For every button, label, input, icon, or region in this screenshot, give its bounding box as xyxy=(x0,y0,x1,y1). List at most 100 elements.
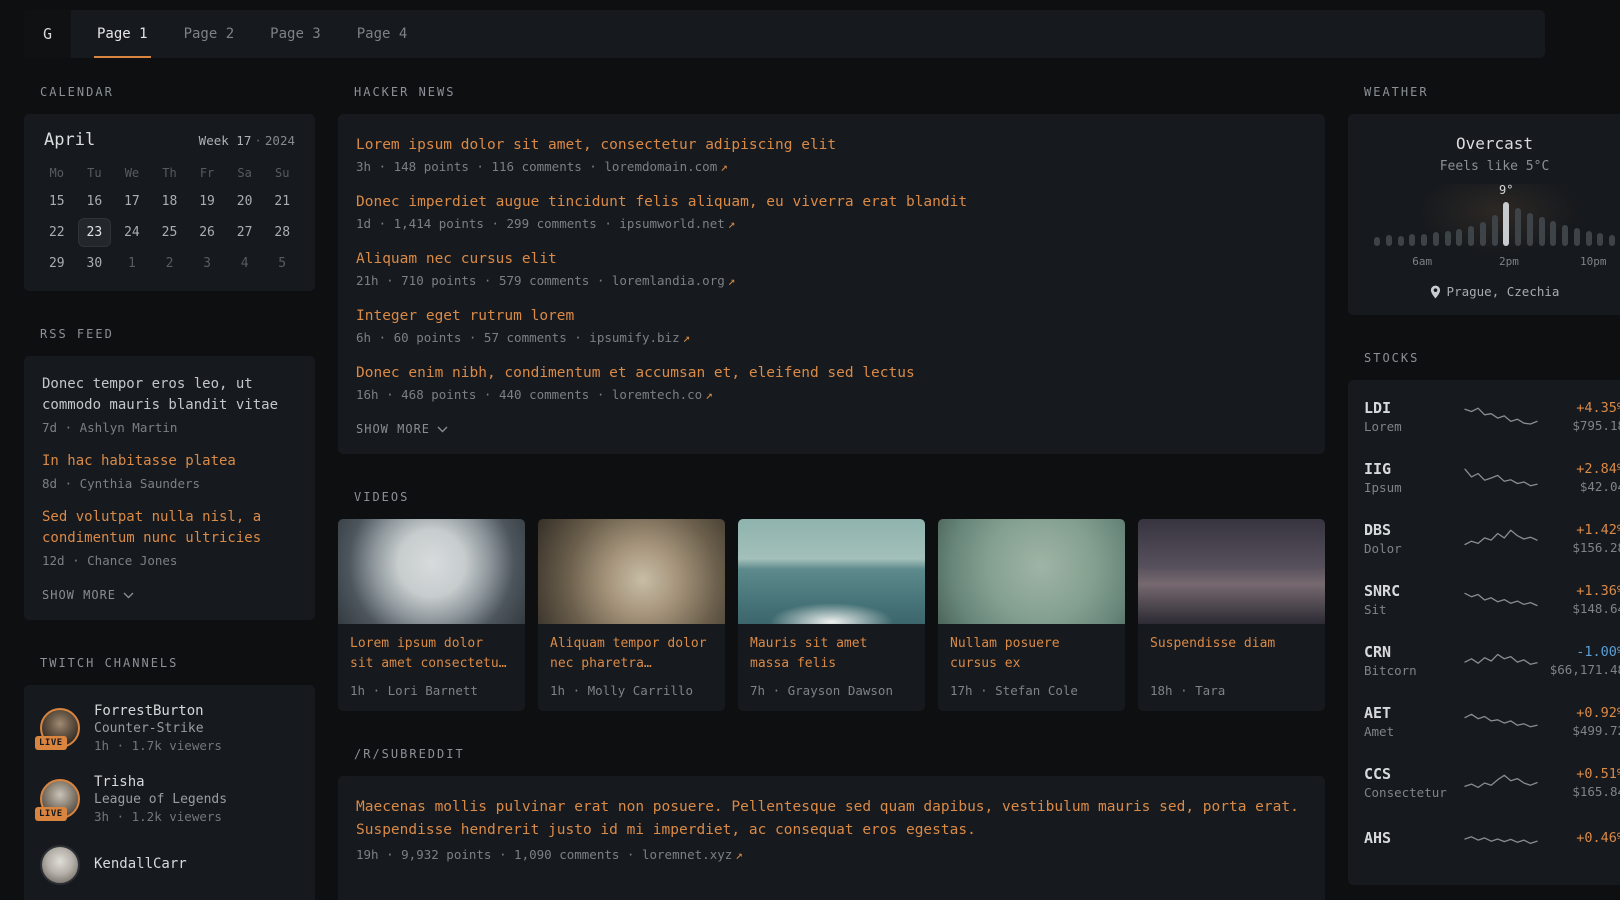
hn-item-title[interactable]: Donec enim nibh, condimentum et accumsan… xyxy=(356,362,1307,384)
section-title-twitch: TWITCH CHANNELS xyxy=(40,656,315,670)
page-tab[interactable]: Page 3 xyxy=(267,10,324,58)
hn-item-meta-text: 21h · 710 points · 579 comments · loreml… xyxy=(356,273,725,288)
app-logo[interactable]: G xyxy=(24,10,71,58)
twitch-channel[interactable]: LIVE Trisha League of Legends 3h · 1.2k … xyxy=(40,774,299,824)
stock-change: +1.42% xyxy=(1540,522,1620,538)
stock-change: -1.00% xyxy=(1540,644,1620,660)
weather-peak-temperature: 9° xyxy=(1499,183,1513,197)
external-link-icon[interactable]: ↗ xyxy=(683,330,691,345)
video-card[interactable]: Mauris sit amet massa felis 7h · Grayson… xyxy=(738,519,925,711)
stock-row[interactable]: LDI Lorem +4.35% $795.18 xyxy=(1364,386,1620,447)
stock-sparkline xyxy=(1464,770,1540,796)
rss-item-title[interactable]: Sed volutpat nulla nisl, a condimentum n… xyxy=(42,507,297,549)
hn-item-title[interactable]: Donec imperdiet augue tincidunt felis al… xyxy=(356,191,1307,213)
weather-hour-bar xyxy=(1409,234,1415,246)
calendar-day: 24 xyxy=(115,218,148,247)
calendar-month: April xyxy=(44,130,95,150)
page-tab[interactable]: Page 1 xyxy=(94,10,151,58)
video-card[interactable]: Aliquam tempor dolor nec pharetra… 1h · … xyxy=(538,519,725,711)
stocks-card: LDI Lorem +4.35% $795.18 xyxy=(1348,380,1620,885)
video-card[interactable]: Nullam posuere cursus ex 17h · Stefan Co… xyxy=(938,519,1125,711)
subreddit-post-title[interactable]: Maecenas mollis pulvinar erat non posuer… xyxy=(356,796,1307,842)
weather-hour-bar xyxy=(1492,215,1498,246)
page-tab[interactable]: Page 2 xyxy=(181,10,238,58)
calendar-day: 30 xyxy=(78,249,111,278)
rss-item-title[interactable]: In hac habitasse platea xyxy=(42,451,297,472)
stock-symbol: LDI xyxy=(1364,399,1464,417)
video-card-body: Lorem ipsum dolor sit amet consectetu… 1… xyxy=(338,624,525,711)
video-title: Aliquam tempor dolor nec pharetra… xyxy=(550,634,713,674)
stock-name: Bitcorn xyxy=(1364,663,1464,678)
weekday-label: Mo xyxy=(38,166,76,180)
channel-game: League of Legends xyxy=(94,792,227,807)
calendar-header: April Week 17·2024 xyxy=(38,130,301,150)
hn-item-title[interactable]: Integer eget rutrum lorem xyxy=(356,305,1307,327)
channel-info: Trisha League of Legends 3h · 1.2k viewe… xyxy=(94,774,227,824)
rss-item-title[interactable]: Donec tempor eros leo, ut commodo mauris… xyxy=(42,374,297,416)
section-title-calendar: CALENDAR xyxy=(40,85,315,99)
show-more-label: SHOW MORE xyxy=(356,422,430,436)
stock-name: Sit xyxy=(1364,602,1464,617)
external-link-icon[interactable]: ↗ xyxy=(705,387,713,402)
channel-avatar xyxy=(40,845,80,885)
stock-row[interactable]: AET Amet +0.92% $499.72 xyxy=(1364,691,1620,752)
weather-hour-bar xyxy=(1562,225,1568,246)
stock-row[interactable]: CCS Consectetur +0.51% $165.84 xyxy=(1364,752,1620,813)
video-thumbnail xyxy=(1138,519,1325,624)
stock-price: $156.28 xyxy=(1540,540,1620,555)
stock-symbol: AHS xyxy=(1364,829,1464,847)
stock-id: DBS Dolor xyxy=(1364,521,1464,556)
rss-item-meta: 7d · Ashlyn Martin xyxy=(42,420,297,435)
calendar-day: 19 xyxy=(191,187,224,216)
hn-item-title[interactable]: Aliquam nec cursus elit xyxy=(356,248,1307,270)
hn-item-title[interactable]: Lorem ipsum dolor sit amet, consectetur … xyxy=(356,134,1307,156)
stock-change: +4.35% xyxy=(1540,400,1620,416)
section-title-subreddit: /R/SUBREDDIT xyxy=(354,747,1325,761)
video-card-body: Mauris sit amet massa felis 7h · Grayson… xyxy=(738,624,925,711)
stock-values: +1.42% $156.28 xyxy=(1540,522,1620,555)
stock-row[interactable]: CRN Bitcorn -1.00% $66,171.48 xyxy=(1364,630,1620,691)
external-link-icon[interactable]: ↗ xyxy=(728,216,736,231)
subreddit-card: Maecenas mollis pulvinar erat non posuer… xyxy=(338,776,1325,900)
weather-hour-bar xyxy=(1386,235,1392,246)
rss-item: In hac habitasse platea 8d · Cynthia Sau… xyxy=(42,451,297,491)
video-card[interactable]: Lorem ipsum dolor sit amet consectetu… 1… xyxy=(338,519,525,711)
rss-show-more-button[interactable]: SHOW MORE xyxy=(42,588,297,602)
calendar-week-label: Week 17·2024 xyxy=(199,133,295,148)
twitch-card: LIVE ForrestBurton Counter-Strike 1h · 1… xyxy=(24,685,315,900)
stock-row[interactable]: DBS Dolor +1.42% $156.28 xyxy=(1364,508,1620,569)
show-more-label: SHOW MORE xyxy=(42,588,116,602)
weather-hour-bar: 9° xyxy=(1503,202,1509,246)
stock-change: +0.51% xyxy=(1540,766,1620,782)
left-column: CALENDAR April Week 17·2024 Mo Tu We xyxy=(24,85,315,900)
stock-row[interactable]: SNRC Sit +1.36% $148.64 xyxy=(1364,569,1620,630)
chevron-down-icon xyxy=(437,426,448,433)
video-card[interactable]: Suspendisse diam 18h · Tara xyxy=(1138,519,1325,711)
stock-row[interactable]: IIG Ipsum +2.84% $42.04 xyxy=(1364,447,1620,508)
twitch-channel[interactable]: KendallCarr xyxy=(40,845,299,885)
calendar-day: 1 xyxy=(115,249,148,278)
twitch-channel[interactable]: LIVE ForrestBurton Counter-Strike 1h · 1… xyxy=(40,703,299,753)
weekday-label: Su xyxy=(263,166,301,180)
calendar-day: 4 xyxy=(228,249,261,278)
weather-hour-bar xyxy=(1586,231,1592,246)
calendar-day: 16 xyxy=(78,187,111,216)
stock-name: Amet xyxy=(1364,724,1464,739)
time-label: 6am xyxy=(1412,255,1432,268)
weekday-label: Tu xyxy=(76,166,114,180)
calendar-day: 2 xyxy=(153,249,186,278)
video-title: Lorem ipsum dolor sit amet consectetu… xyxy=(350,634,513,674)
page-tab[interactable]: Page 4 xyxy=(354,10,411,58)
calendar-day: 5 xyxy=(266,249,299,278)
hn-show-more-button[interactable]: SHOW MORE xyxy=(356,422,1307,436)
hackernews-card: Lorem ipsum dolor sit amet, consectetur … xyxy=(338,114,1325,454)
weather-hour-bar xyxy=(1574,228,1580,246)
stock-price: $42.04 xyxy=(1540,479,1620,494)
rss-widget: RSS FEED Donec tempor eros leo, ut commo… xyxy=(24,327,315,620)
weather-widget: WEATHER Overcast Feels like 5°C 9° 6am 2… xyxy=(1348,85,1620,315)
stock-price: $165.84 xyxy=(1540,784,1620,799)
external-link-icon[interactable]: ↗ xyxy=(728,273,736,288)
external-link-icon[interactable]: ↗ xyxy=(720,159,728,174)
stock-row[interactable]: AHS +0.46% xyxy=(1364,813,1620,865)
external-link-icon[interactable]: ↗ xyxy=(735,847,743,862)
